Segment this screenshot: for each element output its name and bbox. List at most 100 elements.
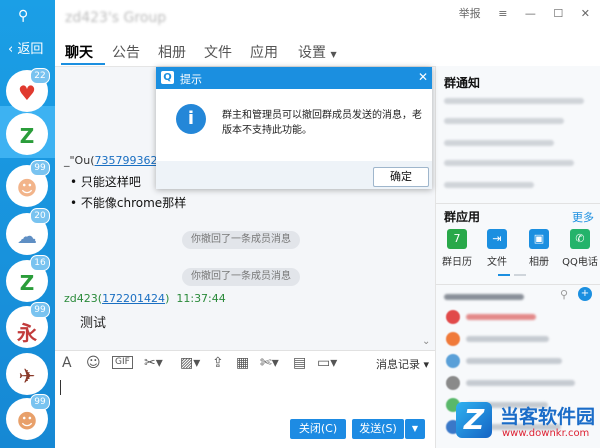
minimize-icon[interactable]: —	[525, 7, 536, 20]
unread-badge: 16	[30, 255, 50, 271]
recall-notice: 你撤回了一条成员消息	[182, 231, 300, 249]
gift-icon[interactable]: ▦	[236, 355, 249, 371]
tab-chat[interactable]: 聊天	[65, 42, 93, 62]
app-icon[interactable]: ✆	[570, 229, 590, 249]
unread-badge: 99	[30, 302, 50, 318]
group-notice-title: 群通知	[444, 76, 481, 90]
member-name	[466, 314, 536, 320]
ok-button[interactable]: 确定	[373, 167, 429, 187]
tab-files[interactable]: 文件	[204, 42, 232, 62]
page-dot[interactable]	[514, 274, 526, 276]
member-avatar[interactable]	[446, 376, 460, 390]
tab-apps[interactable]: 应用	[250, 42, 278, 62]
sender-id-link[interactable]: 735799362	[95, 154, 158, 167]
page-dot[interactable]	[498, 274, 510, 276]
conversation-avatar[interactable]: ✈	[6, 353, 48, 395]
screenshot-icon[interactable]: ✂▾	[144, 355, 163, 371]
recall-notice: 你撤回了一条成员消息	[182, 268, 300, 286]
sender-id-link[interactable]: 172201424	[102, 292, 165, 305]
member-avatar[interactable]	[446, 354, 460, 368]
avatar-glyph: ☻	[16, 176, 38, 200]
message-text: 测试	[80, 316, 107, 331]
app-icon[interactable]: ▣	[529, 229, 549, 249]
tab-album[interactable]: 相册	[158, 42, 186, 62]
tab-settings[interactable]: 设置 ▼	[298, 42, 337, 62]
unread-badge: 20	[30, 208, 50, 224]
menu-icon[interactable]: ≡	[498, 7, 507, 20]
member-name	[466, 380, 575, 386]
message-sender: zd423(172201424) 11:37:44	[64, 292, 226, 305]
emoji-icon[interactable]: ☺	[86, 355, 101, 371]
dialog-title: 提示	[180, 73, 202, 86]
avatar-image: Z	[7, 114, 47, 154]
message-line: • 只能这样吧	[70, 175, 141, 189]
scissors-icon[interactable]: ✄▾	[260, 355, 279, 371]
close-icon[interactable]: ✕	[581, 7, 590, 20]
notice-line	[444, 160, 574, 166]
avatar-glyph: ♥	[18, 81, 36, 105]
conversation-avatar[interactable]: Z	[6, 113, 48, 155]
dialog-qq-icon: Q	[161, 71, 174, 84]
avatar-glyph: ☁	[17, 224, 37, 248]
member-name	[466, 358, 562, 364]
notice-line	[444, 182, 534, 188]
dialog-close-icon[interactable]: ✕	[418, 70, 428, 84]
info-icon: i	[176, 104, 206, 134]
font-icon[interactable]: A	[62, 355, 72, 371]
left-rail: ⚲ ‹ 返回 ♥ 22 Z ☻ 99 ☁ 20 Z 16 永 99 ✈ ☻ 99	[0, 0, 55, 448]
watermark-brand: 当客软件园	[500, 406, 596, 428]
avatar-glyph: ☻	[16, 409, 38, 433]
notice-line	[444, 118, 564, 124]
app-label: 相册	[529, 257, 549, 268]
screen-share-icon[interactable]: ▭▾	[317, 355, 337, 371]
group-apps-title: 群应用	[444, 210, 481, 224]
app-label: 群日历	[442, 257, 472, 268]
scroll-down-icon[interactable]: ⌄	[422, 336, 430, 347]
member-avatar[interactable]	[446, 310, 460, 324]
divider	[436, 203, 600, 204]
divider	[436, 284, 600, 285]
app-icon[interactable]: 7	[447, 229, 467, 249]
doc-icon[interactable]: ▤	[293, 355, 306, 371]
text-cursor	[60, 380, 61, 395]
app-label: QQ电话	[562, 257, 598, 268]
add-member-icon[interactable]: +	[578, 287, 592, 301]
window-controls: 举报 ≡ — ☐ ✕	[445, 5, 590, 21]
watermark-url: www.downkr.com	[502, 428, 590, 439]
back-button[interactable]: ‹ 返回	[8, 38, 43, 57]
dialog-message: 群主和管理员可以撤回群成员发送的消息，老版本不支持此功能。	[222, 110, 422, 136]
unread-badge: 99	[30, 394, 50, 410]
search-icon[interactable]: ⚲	[18, 8, 28, 24]
message-line: • 不能像chrome那样	[70, 196, 187, 210]
avatar-glyph: Z	[19, 271, 35, 295]
send-button[interactable]: 发送(S)	[352, 419, 404, 439]
group-title: zd423's Group	[65, 10, 167, 26]
app-label: 文件	[487, 257, 507, 268]
gif-icon[interactable]: GIF	[112, 356, 133, 369]
tab-announcement[interactable]: 公告	[112, 42, 140, 62]
member-name	[466, 336, 549, 342]
message-sender: _"Ou(735799362)	[64, 154, 162, 167]
maximize-icon[interactable]: ☐	[553, 7, 563, 20]
more-link[interactable]: 更多	[572, 209, 594, 225]
avatar-image: ✈	[7, 354, 47, 394]
unread-badge: 22	[30, 68, 50, 84]
app-icon[interactable]: ⇥	[487, 229, 507, 249]
avatar-glyph: Z	[19, 124, 35, 148]
member-avatar[interactable]	[446, 332, 460, 346]
chevron-down-icon: ▼	[330, 50, 337, 59]
history-button[interactable]: 消息记录 ▾	[376, 356, 429, 372]
member-list-title	[444, 294, 524, 300]
send-options-button[interactable]: ▼	[405, 419, 425, 439]
avatar-glyph: ✈	[18, 364, 36, 388]
avatar-glyph: 永	[17, 321, 37, 345]
close-button[interactable]: 关闭(C)	[290, 419, 346, 439]
notice-line	[444, 140, 554, 146]
report-link[interactable]: 举报	[459, 7, 481, 20]
watermark: Z 当客软件园 www.downkr.com	[452, 400, 598, 444]
image-icon[interactable]: ▨▾	[180, 355, 200, 371]
search-icon[interactable]: ⚲	[560, 288, 568, 301]
upload-icon[interactable]: ⇪	[212, 355, 224, 371]
notice-line	[444, 98, 584, 104]
active-tab-indicator	[61, 63, 105, 65]
